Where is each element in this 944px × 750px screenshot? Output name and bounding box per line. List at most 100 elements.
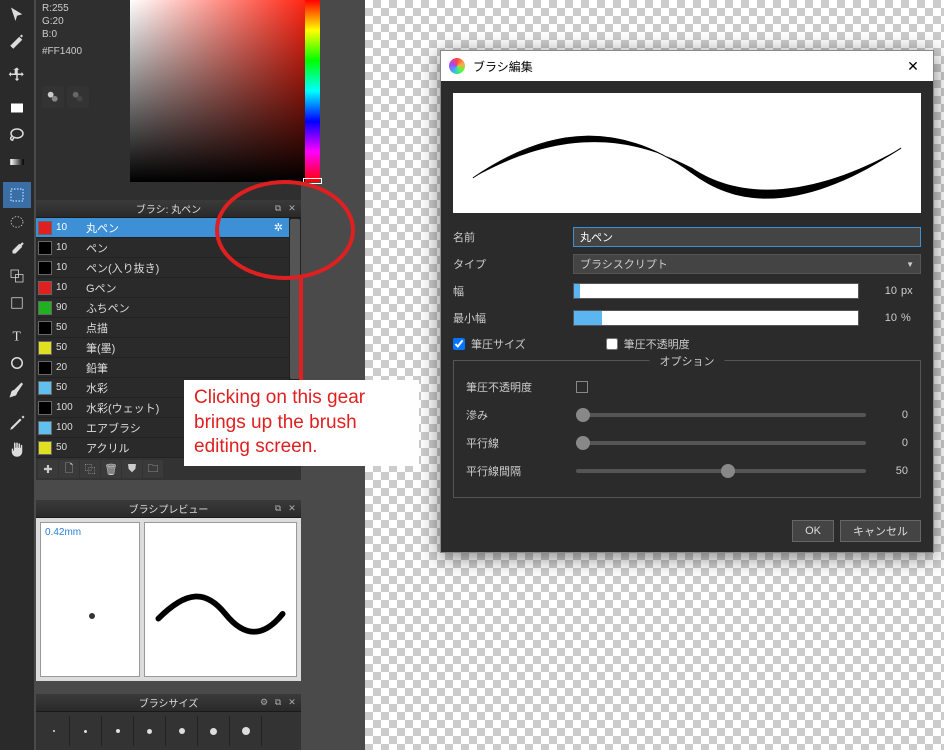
hue-slider[interactable]: [305, 0, 320, 182]
tool-pen[interactable]: [3, 410, 31, 436]
size-cell[interactable]: [230, 716, 262, 746]
dialog-titlebar[interactable]: ブラシ編集 ✕: [441, 51, 933, 81]
brush-name: 水彩(ウェット): [86, 400, 159, 416]
option-slider[interactable]: [576, 413, 866, 417]
brush-name: 丸ペン: [86, 220, 119, 236]
brush-row[interactable]: 10 Gペン: [36, 278, 301, 298]
option-label: 平行線間隔: [466, 463, 576, 479]
brush-row[interactable]: 50 点描: [36, 318, 301, 338]
width-value: 10: [867, 285, 897, 297]
check-pressure-opacity[interactable]: 筆圧不透明度: [606, 336, 690, 352]
palette-button-1[interactable]: [42, 86, 64, 108]
option-row: 筆圧不透明度: [466, 373, 908, 401]
minwidth-slider[interactable]: [573, 310, 859, 326]
width-slider[interactable]: [573, 283, 859, 299]
brush-color-swatch: [38, 381, 52, 395]
op-dup[interactable]: ⿻: [80, 460, 100, 478]
panel-close-icon[interactable]: ✕: [286, 203, 298, 215]
size-popout-icon[interactable]: ⧉: [272, 697, 284, 709]
tool-shape[interactable]: [3, 350, 31, 376]
name-input[interactable]: [573, 227, 921, 247]
brush-row[interactable]: 90 ふちペン: [36, 298, 301, 318]
brush-preview-panel: ブラシプレビュー ⧉ ✕ 0.42mm: [36, 500, 301, 681]
option-checkbox[interactable]: [576, 381, 588, 393]
brush-color-swatch: [38, 241, 52, 255]
tool-select-lasso[interactable]: [3, 209, 31, 235]
tool-gradient[interactable]: [3, 149, 31, 175]
size-dot: [53, 730, 55, 732]
size-cell[interactable]: [134, 716, 166, 746]
brush-name: エアブラシ: [86, 420, 141, 436]
tool-magic-wand[interactable]: [3, 29, 31, 55]
check-pressure-size-box[interactable]: [453, 338, 465, 350]
tool-move[interactable]: [3, 62, 31, 88]
option-slider[interactable]: [576, 469, 866, 473]
scrollbar-thumb[interactable]: [290, 219, 300, 379]
brush-color-swatch: [38, 321, 52, 335]
brush-row[interactable]: 20 鉛筆: [36, 358, 301, 378]
op-new[interactable]: 🗋: [59, 460, 79, 478]
size-cell[interactable]: [198, 716, 230, 746]
tool-blank[interactable]: [3, 290, 31, 316]
tool-eyedropper[interactable]: [3, 236, 31, 262]
brush-color-swatch: [38, 421, 52, 435]
slider-knob[interactable]: [576, 436, 590, 450]
type-select[interactable]: ブラシスクリプト: [573, 254, 921, 274]
size-cell[interactable]: [166, 716, 198, 746]
option-value: 0: [878, 437, 908, 449]
cancel-button[interactable]: キャンセル: [840, 520, 921, 542]
gear-icon[interactable]: ✲: [274, 221, 283, 234]
close-icon[interactable]: ✕: [901, 58, 925, 75]
size-cell[interactable]: [70, 716, 102, 746]
brush-name: 点描: [86, 320, 108, 336]
tool-text[interactable]: T: [3, 323, 31, 349]
tool-brush[interactable]: [3, 377, 31, 403]
slider-knob[interactable]: [576, 408, 590, 422]
palette-button-2[interactable]: [67, 86, 89, 108]
op-folder[interactable]: 🗀: [143, 460, 163, 478]
preview-popout-icon[interactable]: ⧉: [272, 503, 284, 515]
tool-lasso[interactable]: [3, 122, 31, 148]
size-close-icon[interactable]: ✕: [286, 697, 298, 709]
option-slider[interactable]: [576, 441, 866, 445]
dialog-title: ブラシ編集: [473, 58, 533, 75]
brush-color-swatch: [38, 301, 52, 315]
brush-row[interactable]: 50 筆(墨): [36, 338, 301, 358]
preview-header: ブラシプレビュー ⧉ ✕: [36, 500, 301, 518]
preview-dot-box: 0.42mm: [40, 522, 140, 677]
hue-handle[interactable]: [303, 178, 322, 184]
color-sv-picker[interactable]: [130, 0, 320, 182]
check-pressure-size[interactable]: 筆圧サイズ: [453, 336, 526, 352]
size-settings-icon[interactable]: ⚙: [258, 697, 270, 709]
brush-size-value: 90: [56, 302, 82, 313]
op-add[interactable]: ✚: [38, 460, 58, 478]
toolbar: T: [0, 0, 34, 750]
brush-color-swatch: [38, 441, 52, 455]
annotation-text: Clicking on this gear brings up the brus…: [184, 380, 419, 466]
option-value: 50: [878, 465, 908, 477]
ok-button[interactable]: OK: [792, 520, 834, 542]
op-delete[interactable]: 🗑: [101, 460, 121, 478]
brush-color-swatch: [38, 401, 52, 415]
minwidth-unit: %: [901, 312, 921, 324]
option-label: 滲み: [466, 407, 576, 423]
size-cell[interactable]: [102, 716, 134, 746]
tool-clone[interactable]: [3, 263, 31, 289]
tool-rect[interactable]: [3, 95, 31, 121]
brush-row[interactable]: 10 ペン(入り抜き): [36, 258, 301, 278]
tool-select-rect[interactable]: [3, 182, 31, 208]
check-pressure-opacity-box[interactable]: [606, 338, 618, 350]
brush-row[interactable]: 10 ペン: [36, 238, 301, 258]
size-cell[interactable]: [38, 716, 70, 746]
tool-pointer[interactable]: [3, 2, 31, 28]
brush-size-value: 100: [56, 422, 82, 433]
brush-size-value: 50: [56, 442, 82, 453]
brush-row[interactable]: 10 丸ペン ✲: [36, 218, 301, 238]
tool-hand[interactable]: [3, 437, 31, 463]
panel-popout-icon[interactable]: ⧉: [272, 203, 284, 215]
preview-close-icon[interactable]: ✕: [286, 503, 298, 515]
width-unit: px: [901, 285, 921, 297]
type-value: ブラシスクリプト: [580, 256, 668, 272]
op-lock[interactable]: ⛊: [122, 460, 142, 478]
slider-knob[interactable]: [721, 464, 735, 478]
